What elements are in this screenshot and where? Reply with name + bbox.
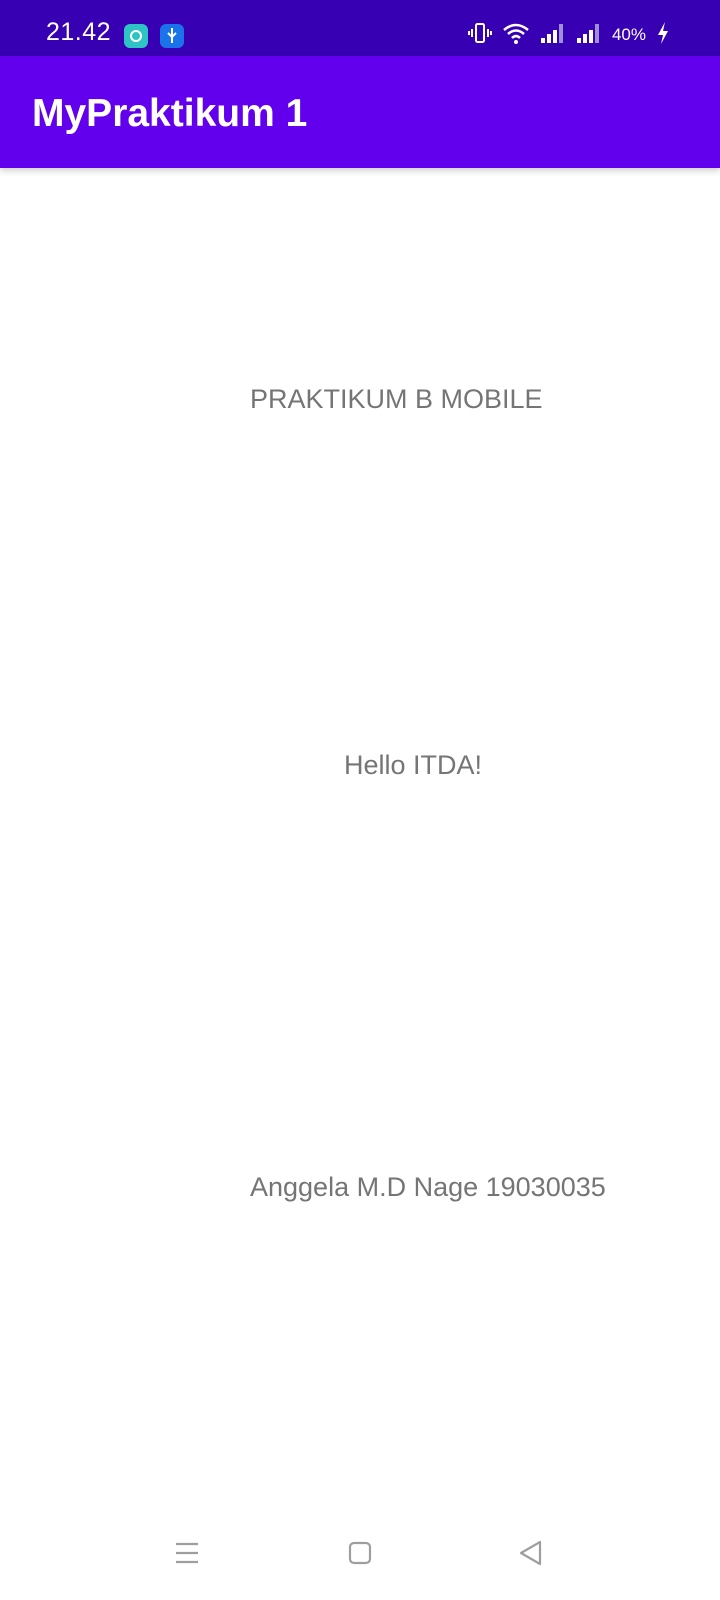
battery-level: 40% [611, 25, 646, 44]
status-bar: 21.42 40% [0, 0, 720, 56]
back-icon [517, 1539, 545, 1572]
charging-icon [656, 21, 670, 50]
signal-icon [576, 21, 602, 50]
app-bar: MyPraktikum 1 [0, 56, 720, 168]
home-icon [346, 1539, 374, 1572]
back-button[interactable] [514, 1538, 548, 1572]
notification-app-icon [124, 24, 148, 48]
status-indicators: 40% [467, 20, 670, 50]
vibrate-icon [467, 21, 492, 50]
status-time: 21.42 [46, 18, 112, 46]
home-button[interactable] [343, 1538, 377, 1572]
wifi-icon [502, 21, 530, 50]
recent-apps-button[interactable] [170, 1538, 204, 1572]
app-title: MyPraktikum 1 [32, 92, 308, 135]
usb-icon [160, 24, 184, 48]
signal-icon [540, 21, 566, 50]
hello-label: Hello ITDA! [344, 750, 483, 780]
student-name-label: Anggela M.D Nage 19030035 [250, 1172, 606, 1202]
app-screen: 21.42 40% MyPraktikum 1 PRAKTIKUM B MOBI… [0, 0, 720, 1600]
menu-icon [173, 1539, 201, 1572]
praktikum-label: PRAKTIKUM B MOBILE [250, 384, 543, 414]
navigation-bar [0, 1510, 720, 1600]
